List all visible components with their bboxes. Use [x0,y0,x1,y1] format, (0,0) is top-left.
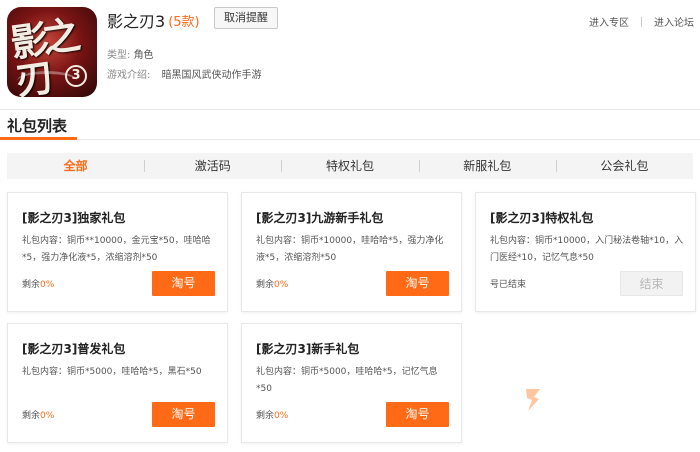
cancel-reminder-button[interactable]: 取消提醒 [214,7,278,29]
type-value: 角色 [133,50,154,61]
tab-guild-gift[interactable]: 公会礼包 [555,153,693,179]
gift-card: [影之刃3]特权礼包 礼包内容：铜币*10000，入门秘法卷轴*10，入门医经*… [475,192,696,312]
type-label: 类型: [107,50,131,61]
section-title: 礼包列表 [7,117,68,135]
tab-all[interactable]: 全部 [7,153,144,179]
tab-new-server-gift[interactable]: 新服礼包 [418,153,556,179]
gift-card: [影之刃3]独家礼包 礼包内容：铜币**10000，金元宝*50，哇哈哈*5，强… [7,192,228,312]
gift-card: [影之刃3]新手礼包 礼包内容：铜币*5000，哇哈哈*5，记忆气息*50 剩余… [241,323,462,443]
gift-content: 礼包内容：铜币**10000，金元宝*50，哇哈哈*5，强力净化液*5，浓缩溶剂… [22,236,211,263]
gift-remaining: 剩余0% [256,277,288,290]
section-divider [0,139,700,140]
game-icon-image[interactable]: 影之刃 3 [7,7,97,97]
remaining-percent: 0% [40,411,55,421]
gift-content: 礼包内容：铜币*10000，哇哈哈*5，强力净化液*5，浓缩溶剂*50 [256,236,444,263]
watermark-logo-icon [526,389,540,411]
section-title-underline [0,137,77,140]
intro-label: 游戏介绍: [107,70,151,81]
gift-content: 礼包内容：铜币*10000，入门秘法卷轴*10，入门医经*10，记忆气息*50 [490,236,684,263]
gift-count: (5款) [168,14,200,30]
gift-tabs: 全部 激活码 特权礼包 新服礼包 公会礼包 [7,153,693,179]
title-row: 影之刃3 (5款) [107,8,200,32]
remaining-label: 剩余 [22,280,41,290]
game-intro: 游戏介绍: 暗黑国风武侠动作手游 [107,66,262,81]
game-icon-number: 3 [65,65,87,87]
remaining-label: 剩余 [256,411,275,421]
gift-card: [影之刃3]九游新手礼包 礼包内容：铜币*10000，哇哈哈*5，强力净化液*5… [241,192,540,411]
gift-title[interactable]: [影之刃3]独家礼包 [22,209,125,226]
gift-remaining: 剩余0% [22,277,54,290]
remaining-label: 剩余 [22,411,41,421]
gift-title[interactable]: [影之刃3]新手礼包 [256,340,359,357]
game-header: 影之刃 3 影之刃3 (5款) 取消提醒 类型: 角色 游戏介绍: 暗黑国风武侠… [0,0,700,110]
gift-title[interactable]: [影之刃3]特权礼包 [490,209,593,226]
tao-hao-button[interactable]: 淘号 [386,271,449,296]
tab-privilege-gift[interactable]: 特权礼包 [281,153,418,179]
gift-remaining: 剩余0% [22,408,54,421]
intro-value: 暗黑国风武侠动作手游 [161,70,262,81]
remaining-percent: 0% [274,411,289,421]
game-title[interactable]: 影之刃3 [107,8,165,32]
tao-hao-button[interactable]: 淘号 [152,402,215,427]
enter-zone-link[interactable]: 进入专区 [589,14,629,29]
gift-title[interactable]: [影之刃3]普发礼包 [22,340,125,357]
link-divider [641,16,642,27]
tab-activation-code[interactable]: 激活码 [144,153,281,179]
remaining-percent: 0% [274,280,289,290]
tao-hao-button[interactable]: 淘号 [386,402,449,427]
remaining-percent: 0% [40,280,55,290]
gift-content: 礼包内容：铜币*5000，哇哈哈*5，黑石*50 [22,367,202,377]
gift-card: [影之刃3]普发礼包 礼包内容：铜币*5000，哇哈哈*5，黑石*50 剩余0%… [7,323,228,443]
tao-hao-button[interactable]: 淘号 [152,271,215,296]
ended-button: 结束 [620,271,683,296]
remaining-label: 剩余 [256,280,275,290]
gift-ended-status: 号已结束 [490,280,527,290]
top-links: 进入专区 进入论坛 [589,14,694,29]
gift-remaining: 剩余0% [256,408,288,421]
enter-forum-link[interactable]: 进入论坛 [654,14,694,29]
gift-content: 礼包内容：铜币*5000，哇哈哈*5，记忆气息*50 [256,367,438,394]
gift-title[interactable]: [影之刃3]九游新手礼包 [256,209,383,226]
game-type: 类型: 角色 [107,46,154,61]
